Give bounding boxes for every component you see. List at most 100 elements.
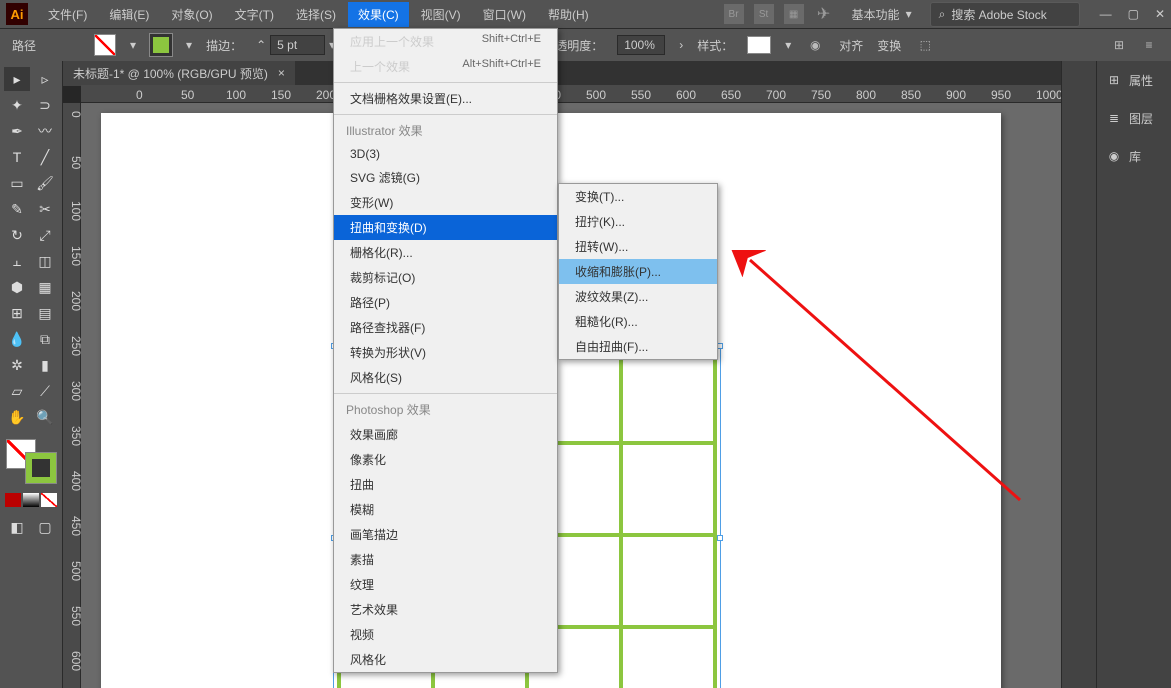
ob-settings-icon[interactable]: ⊞ [1109, 35, 1129, 55]
menu-object[interactable]: 对象(O) [161, 2, 222, 27]
dd-sketch[interactable]: 素描 [334, 547, 557, 572]
dd-stylize-il[interactable]: 风格化(S) [334, 365, 557, 390]
style-swatch[interactable] [747, 36, 771, 54]
dd-effect-gallery[interactable]: 效果画廊 [334, 422, 557, 447]
properties-panel-tab[interactable]: ⊞属性 [1101, 67, 1167, 93]
draw-mode-icon[interactable]: ◧ [4, 515, 30, 539]
screen-mode-icon[interactable]: ▢ [32, 515, 58, 539]
lasso-tool[interactable]: ⊃ [32, 93, 58, 117]
transform-label[interactable]: 变换 [877, 37, 901, 54]
eraser-tool[interactable]: ✂ [32, 197, 58, 221]
paintbrush-tool[interactable]: 🖌 [32, 171, 58, 195]
arrange-icon[interactable]: ▦ [784, 4, 804, 24]
gradient-tool[interactable]: ▤ [32, 301, 58, 325]
dd-3d[interactable]: 3D(3) [334, 143, 557, 165]
magic-wand-tool[interactable]: ✦ [4, 93, 30, 117]
dd-warp[interactable]: 变形(W) [334, 190, 557, 215]
selection-tool[interactable]: ▸ [4, 67, 30, 91]
zoom-tool[interactable]: 🔍 [32, 405, 58, 429]
panel-collapse-bar[interactable] [1061, 61, 1096, 688]
maximize-icon[interactable]: ▢ [1128, 7, 1139, 21]
color-mode-icon[interactable] [5, 493, 21, 507]
hand-tool[interactable]: ✋ [4, 405, 30, 429]
sub-zigzag[interactable]: 波纹效果(Z)... [559, 284, 717, 309]
stroke-color-icon[interactable] [26, 453, 56, 483]
mesh-tool[interactable]: ⊞ [4, 301, 30, 325]
dd-pixelate[interactable]: 像素化 [334, 447, 557, 472]
libraries-panel-tab[interactable]: ◉库 [1101, 143, 1167, 169]
sub-transform[interactable]: 变换(T)... [559, 184, 717, 209]
scale-tool[interactable]: ⤢ [32, 223, 58, 247]
rotate-tool[interactable]: ↻ [4, 223, 30, 247]
shaper-tool[interactable]: ✎ [4, 197, 30, 221]
type-tool[interactable]: T [4, 145, 30, 169]
direct-selection-tool[interactable]: ▹ [32, 67, 58, 91]
fill-swatch[interactable] [94, 34, 116, 56]
curvature-tool[interactable]: 〰 [32, 119, 58, 143]
dd-distort-ps[interactable]: 扭曲 [334, 472, 557, 497]
opacity-input[interactable]: 100% [617, 35, 665, 55]
sub-pucker-bloat[interactable]: 收缩和膨胀(P)... [559, 259, 717, 284]
sub-roughen[interactable]: 粗糙化(R)... [559, 309, 717, 334]
dd-crop-marks[interactable]: 裁剪标记(O) [334, 265, 557, 290]
dd-svg-filters[interactable]: SVG 滤镜(G) [334, 165, 557, 190]
workspace-selector[interactable]: 基本功能▾ [844, 6, 920, 23]
dd-apply-last[interactable]: 应用上一个效果Shift+Ctrl+E [334, 29, 557, 54]
isolate-icon[interactable]: ⬚ [915, 35, 935, 55]
eyedropper-tool[interactable]: 💧 [4, 327, 30, 351]
tab-close-icon[interactable]: × [278, 66, 285, 80]
stroke-decrease-icon[interactable]: ⌃ [256, 38, 266, 52]
pen-tool[interactable]: ✒ [4, 119, 30, 143]
dd-video[interactable]: 视频 [334, 622, 557, 647]
menu-edit[interactable]: 编辑(E) [99, 2, 159, 27]
line-tool[interactable]: ╱ [32, 145, 58, 169]
ob-more-icon[interactable]: ≡ [1139, 35, 1159, 55]
sub-twist[interactable]: 扭转(W)... [559, 234, 717, 259]
dd-blur[interactable]: 模糊 [334, 497, 557, 522]
free-transform-tool[interactable]: ◫ [32, 249, 58, 273]
dd-stylize-ps[interactable]: 风格化 [334, 647, 557, 672]
menu-type[interactable]: 文字(T) [225, 2, 284, 27]
width-tool[interactable]: ⫠ [4, 249, 30, 273]
stock-icon[interactable]: St [754, 4, 774, 24]
stroke-width-input[interactable]: 5 pt [270, 35, 325, 55]
layers-panel-tab[interactable]: ≣图层 [1101, 105, 1167, 131]
menu-help[interactable]: 帮助(H) [538, 2, 599, 27]
gradient-mode-icon[interactable] [23, 493, 39, 507]
close-icon[interactable]: ✕ [1155, 7, 1165, 21]
graph-tool[interactable]: ▮ [32, 353, 58, 377]
gpu-icon[interactable]: ✈ [814, 4, 834, 24]
dd-pathfinder[interactable]: 路径查找器(F) [334, 315, 557, 340]
rectangle-tool[interactable]: ▭ [4, 171, 30, 195]
none-mode-icon[interactable] [41, 493, 57, 507]
dd-artistic[interactable]: 艺术效果 [334, 597, 557, 622]
menu-view[interactable]: 视图(V) [411, 2, 471, 27]
fill-stroke-swatches[interactable] [6, 439, 56, 483]
dd-convert-shape[interactable]: 转换为形状(V) [334, 340, 557, 365]
menu-effect[interactable]: 效果(C) [348, 2, 409, 27]
artboard-tool[interactable]: ▱ [4, 379, 30, 403]
dd-last-effect[interactable]: 上一个效果Alt+Shift+Ctrl+E [334, 54, 557, 79]
slice-tool[interactable]: ⟋ [32, 379, 58, 403]
stroke-swatch[interactable] [150, 34, 172, 56]
menu-window[interactable]: 窗口(W) [473, 2, 536, 27]
search-input[interactable]: ⌕搜索 Adobe Stock [930, 2, 1080, 27]
doc-tab-item[interactable]: 未标题-1* @ 100% (RGB/GPU 预览)× [63, 61, 295, 86]
dd-distort-transform[interactable]: 扭曲和变换(D) [334, 215, 557, 240]
sub-tweak[interactable]: 扭拧(K)... [559, 209, 717, 234]
dd-path[interactable]: 路径(P) [334, 290, 557, 315]
minimize-icon[interactable]: — [1100, 7, 1112, 21]
symbol-sprayer-tool[interactable]: ✲ [4, 353, 30, 377]
shape-builder-tool[interactable]: ⬢ [4, 275, 30, 299]
dd-texture[interactable]: 纹理 [334, 572, 557, 597]
dd-brush-strokes[interactable]: 画笔描边 [334, 522, 557, 547]
recolor-icon[interactable]: ◉ [805, 35, 825, 55]
menu-file[interactable]: 文件(F) [38, 2, 97, 27]
align-label[interactable]: 对齐 [839, 37, 863, 54]
bridge-icon[interactable]: Br [724, 4, 744, 24]
dd-doc-raster[interactable]: 文档栅格效果设置(E)... [334, 86, 557, 111]
sub-free-distort[interactable]: 自由扭曲(F)... [559, 334, 717, 359]
perspective-tool[interactable]: ▦ [32, 275, 58, 299]
menu-select[interactable]: 选择(S) [286, 2, 346, 27]
dd-rasterize[interactable]: 栅格化(R)... [334, 240, 557, 265]
